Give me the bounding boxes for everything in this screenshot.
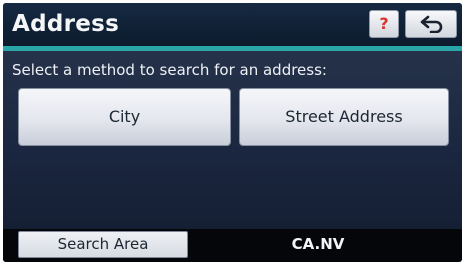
main-content: Select a method to search for an address… [3,51,462,229]
back-arrow-icon [420,15,443,33]
back-button[interactable] [405,10,457,38]
footer-bar: Search Area CA.NV [3,229,462,262]
city-button[interactable]: City [18,88,231,146]
search-area-value: CA.NV [291,235,345,253]
street-address-button[interactable]: Street Address [239,88,449,146]
nav-screen: Address ? Select a method to search for … [3,3,462,262]
device-bezel: Address ? Select a method to search for … [0,0,465,265]
page-title: Address [12,11,120,37]
header-bar: Address ? [3,3,462,47]
help-button[interactable]: ? [369,10,399,38]
search-area-button[interactable]: Search Area [18,231,188,258]
instruction-text: Select a method to search for an address… [12,61,327,79]
